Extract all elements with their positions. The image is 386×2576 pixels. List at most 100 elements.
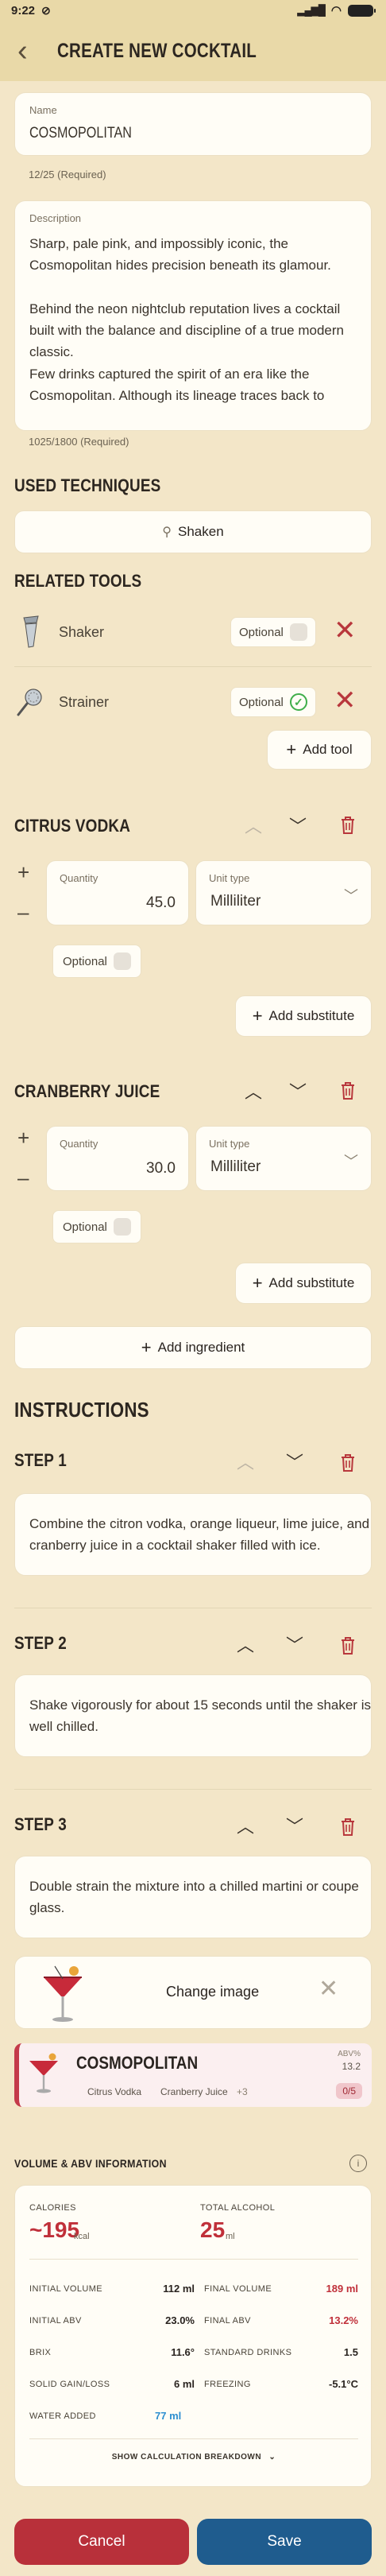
ingredient-optional-toggle[interactable]: Optional	[52, 945, 141, 978]
chevron-down-icon: ⌄	[268, 2453, 276, 2462]
step-title: STEP 1	[14, 1450, 67, 1470]
tool-row-strainer: Strainer Optional ✓ ✕	[14, 674, 372, 730]
step-line-2: glass.	[29, 1900, 65, 1915]
move-up-icon[interactable]: ︿	[245, 1078, 262, 1104]
remove-tool-icon[interactable]: ✕	[334, 687, 357, 714]
page-title: CREATE NEW COCKTAIL	[57, 39, 257, 62]
tool-optional-toggle[interactable]: Optional	[230, 617, 316, 647]
unit-select[interactable]: Unit type Milliliter ﹀	[195, 1126, 372, 1191]
ingredient-title: CRANBERRY JUICE	[14, 1081, 160, 1101]
move-up-icon[interactable]: ︿	[245, 813, 262, 838]
show-breakdown-button[interactable]: SHOW CALCULATION BREAKDOWN ⌄	[15, 2453, 372, 2462]
optional-label: Optional	[63, 954, 107, 968]
volume-info-card: CALORIES ~195 kcal TOTAL ALCOHOL 25 ml I…	[14, 2185, 372, 2487]
description-paragraph-1: Sharp, pale pink, and impossibly iconic,…	[29, 236, 331, 273]
shaker-icon: ⚲	[162, 526, 172, 539]
step-title: STEP 3	[14, 1814, 67, 1834]
move-up-icon[interactable]: ︿	[237, 1449, 254, 1474]
trash-icon[interactable]	[340, 1636, 356, 1655]
step-text-field[interactable]: Combine the citron vodka, orange liqueur…	[14, 1493, 372, 1576]
status-time: 9:22	[11, 3, 36, 17]
tool-name: Shaker	[59, 623, 105, 640]
volume-info-title: VOLUME & ABV INFORMATION	[14, 2157, 167, 2170]
alcohol-value: 25	[200, 2217, 226, 2242]
add-substitute-button[interactable]: + Add substitute	[235, 995, 372, 1037]
stat-label: STANDARD DRINKS	[204, 2348, 292, 2357]
description-field[interactable]: Description Sharp, pale pink, and imposs…	[14, 200, 372, 431]
plus-icon: +	[286, 739, 297, 759]
image-picker[interactable]: Change image ✕	[14, 1956, 372, 2029]
decrease-icon[interactable]: –	[17, 902, 29, 922]
trash-icon[interactable]	[340, 1081, 356, 1100]
wifi-icon: ◠	[330, 4, 342, 17]
add-substitute-label: Add substitute	[268, 1008, 355, 1023]
stat-label: FINAL VOLUME	[204, 2284, 272, 2294]
unit-label: Unit type	[209, 1138, 250, 1150]
move-up-icon[interactable]: ︿	[237, 1813, 254, 1838]
description-helper: 1025/1800 (Required)	[29, 436, 129, 448]
stat-value: 13.2%	[329, 2314, 358, 2326]
move-down-icon[interactable]: ﹀	[286, 1449, 303, 1474]
quantity-value: 30.0	[146, 1160, 176, 1177]
unit-select[interactable]: Unit type Milliliter ﹀	[195, 860, 372, 925]
stat-label: WATER ADDED	[29, 2411, 96, 2421]
name-field-label: Name	[29, 104, 57, 116]
back-arrow-icon[interactable]: ‹	[17, 36, 41, 66]
step-text-field[interactable]: Double strain the mixture into a chilled…	[14, 1856, 372, 1938]
info-icon[interactable]: i	[349, 2155, 367, 2172]
status-bar: 9:22 ⊘ ▂▄▆█ ◠	[0, 0, 386, 21]
cancel-label: Cancel	[78, 2533, 125, 2550]
quantity-label: Quantity	[60, 1138, 98, 1150]
add-substitute-label: Add substitute	[268, 1275, 355, 1290]
move-down-icon[interactable]: ﹀	[286, 1813, 303, 1838]
add-substitute-button[interactable]: + Add substitute	[235, 1263, 372, 1304]
optional-checkbox[interactable]	[113, 952, 131, 970]
quantity-label: Quantity	[60, 872, 98, 884]
move-down-icon[interactable]: ﹀	[289, 1078, 307, 1104]
step-text-field[interactable]: Shake vigorously for about 15 seconds un…	[14, 1674, 372, 1757]
quantity-field[interactable]: Quantity 45.0	[46, 860, 189, 925]
cocktail-image	[44, 1965, 82, 2022]
cancel-button[interactable]: Cancel	[14, 2519, 189, 2565]
unit-value: Milliliter	[210, 1158, 261, 1175]
move-up-icon[interactable]: ︿	[237, 1631, 254, 1657]
stat-label: SOLID GAIN/LOSS	[29, 2380, 110, 2389]
add-ingredient-button[interactable]: + Add ingredient	[14, 1326, 372, 1369]
stat-value: 11.6°	[171, 2346, 195, 2358]
add-tool-button[interactable]: + Add tool	[267, 730, 372, 770]
decrease-icon[interactable]: –	[17, 1167, 29, 1188]
cocktail-summary-card: COSMOPOLITAN Citrus Vodka Cranberry Juic…	[14, 2043, 372, 2107]
tool-optional-toggle[interactable]: Optional ✓	[230, 687, 316, 717]
move-down-icon[interactable]: ﹀	[286, 1631, 303, 1657]
increase-icon[interactable]: +	[17, 862, 29, 883]
ingredient-title: CITRUS VODKA	[14, 816, 131, 836]
trash-icon[interactable]	[340, 1453, 356, 1472]
stat-label: FINAL ABV	[204, 2316, 251, 2326]
signal-icon: ▂▄▆█	[297, 4, 325, 16]
stat-label: INITIAL ABV	[29, 2316, 82, 2326]
technique-shaken-chip[interactable]: ⚲ Shaken	[14, 510, 372, 553]
quantity-field[interactable]: Quantity 30.0	[46, 1126, 189, 1191]
calories-label: CALORIES	[29, 2203, 76, 2213]
trash-icon[interactable]	[340, 816, 356, 835]
stat-label: INITIAL VOLUME	[29, 2284, 102, 2294]
remove-image-icon[interactable]: ✕	[318, 1977, 338, 2001]
summary-tag: Citrus Vodka	[87, 2086, 142, 2097]
description-paragraph-2: Behind the neon nightclub reputation liv…	[29, 301, 344, 359]
move-down-icon[interactable]: ﹀	[289, 813, 307, 838]
remove-tool-icon[interactable]: ✕	[334, 617, 357, 644]
tools-title: RELATED TOOLS	[14, 571, 142, 591]
quantity-value: 45.0	[146, 894, 176, 911]
optional-checkbox[interactable]	[289, 623, 307, 641]
increase-icon[interactable]: +	[17, 1127, 29, 1148]
name-field[interactable]: Name COSMOPOLITAN	[14, 92, 372, 156]
optional-checked-icon[interactable]: ✓	[289, 693, 307, 711]
optional-checkbox[interactable]	[113, 1218, 131, 1236]
summary-name: COSMOPOLITAN	[76, 2053, 199, 2073]
trash-icon[interactable]	[340, 1818, 356, 1837]
step-line-1: Double strain the mixture into a chilled…	[29, 1879, 359, 1894]
ingredient-optional-toggle[interactable]: Optional	[52, 1210, 141, 1243]
save-button[interactable]: Save	[197, 2519, 372, 2565]
plus-icon: +	[252, 1006, 263, 1026]
save-label: Save	[267, 2533, 302, 2550]
